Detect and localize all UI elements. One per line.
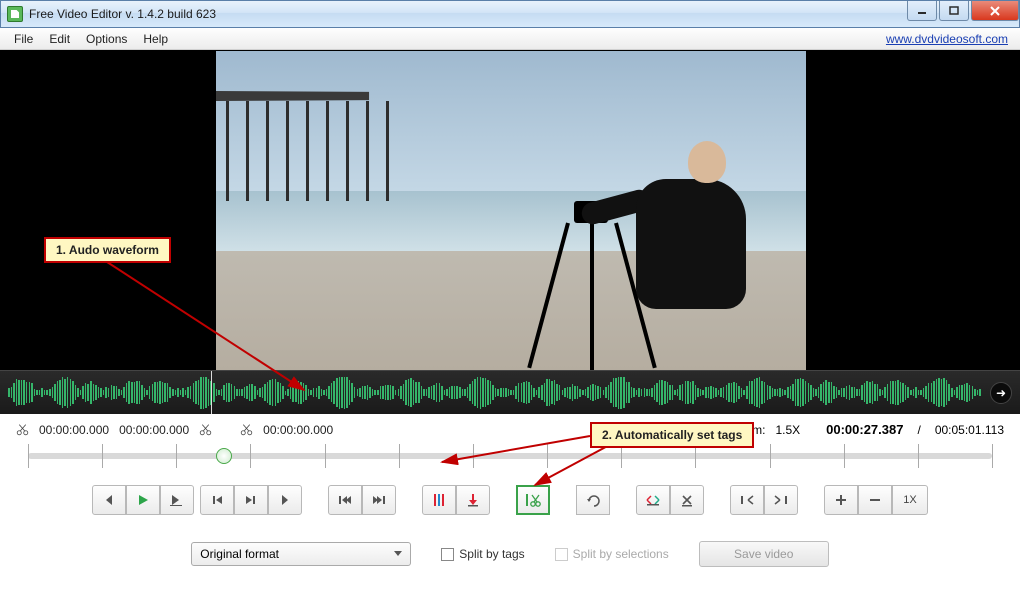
- menu-help[interactable]: Help: [135, 30, 176, 48]
- minimize-button[interactable]: [907, 1, 937, 21]
- save-video-button[interactable]: Save video: [699, 541, 829, 567]
- timeline-handle[interactable]: [216, 448, 232, 464]
- menu-file[interactable]: File: [6, 30, 41, 48]
- annotation-waveform: 1. Audo waveform: [44, 237, 171, 263]
- next-frame-button[interactable]: [234, 485, 268, 515]
- format-select[interactable]: Original format: [191, 542, 411, 566]
- time-separator: /: [917, 423, 920, 437]
- format-value: Original format: [200, 547, 279, 561]
- trim-start-icon[interactable]: [16, 423, 29, 436]
- website-link[interactable]: www.dvdvideosoft.com: [886, 32, 1014, 46]
- zoom-out-button[interactable]: [858, 485, 892, 515]
- zoom-in-button[interactable]: [824, 485, 858, 515]
- person-graphic: [606, 141, 766, 351]
- trim-end-time: 00:00:00.000: [119, 423, 189, 437]
- zoom-value: 1.5X: [775, 423, 800, 437]
- download-marker-button[interactable]: [456, 485, 490, 515]
- rotate-button[interactable]: [576, 485, 610, 515]
- timeline-slider[interactable]: [16, 441, 1004, 471]
- goto-start-button[interactable]: [328, 485, 362, 515]
- titlebar: Free Video Editor v. 1.4.2 build 623: [0, 0, 1020, 28]
- cursor-time: 00:00:00.000: [263, 423, 333, 437]
- goto-end-button[interactable]: [362, 485, 396, 515]
- clear-marks-button[interactable]: [670, 485, 704, 515]
- jump-prev-mark-button[interactable]: [730, 485, 764, 515]
- export-row: Original format Split by tags Split by s…: [0, 525, 1020, 583]
- speed-label: 1X: [903, 494, 916, 506]
- prev-frame-button[interactable]: [200, 485, 234, 515]
- menubar: File Edit Options Help www.dvdvideosoft.…: [0, 28, 1020, 50]
- set-markers-button[interactable]: [422, 485, 456, 515]
- split-by-tags-checkbox[interactable]: Split by tags: [441, 547, 524, 561]
- split-by-selections-label: Split by selections: [573, 547, 669, 561]
- menu-edit[interactable]: Edit: [41, 30, 78, 48]
- waveform-next-icon[interactable]: ➜: [990, 382, 1012, 404]
- timecode-row: 00:00:00.000 00:00:00.000 00:00:00.000 Z…: [0, 414, 1020, 439]
- maximize-button[interactable]: [939, 1, 969, 21]
- video-frame: [216, 51, 806, 371]
- audio-waveform[interactable]: ➜: [0, 370, 1020, 414]
- speed-button[interactable]: 1X: [892, 485, 928, 515]
- chevron-down-icon: [394, 551, 402, 556]
- waveform-playhead: [211, 371, 212, 414]
- app-icon: [7, 6, 23, 22]
- video-preview[interactable]: [0, 50, 1020, 370]
- split-by-selections-checkbox: Split by selections: [555, 547, 669, 561]
- pier-graphic: [216, 51, 416, 201]
- step-back-button[interactable]: [92, 485, 126, 515]
- transport-toolbar: 1X: [0, 481, 1020, 525]
- position-time: 00:00:27.387: [826, 422, 903, 437]
- window-title: Free Video Editor v. 1.4.2 build 623: [29, 7, 216, 21]
- play-button[interactable]: [126, 485, 160, 515]
- split-by-tags-label: Split by tags: [459, 547, 524, 561]
- close-button[interactable]: [971, 1, 1019, 21]
- play-range-button[interactable]: [160, 485, 194, 515]
- trim-end-icon[interactable]: [199, 423, 212, 436]
- menu-options[interactable]: Options: [78, 30, 135, 48]
- duration-time: 00:05:01.113: [935, 423, 1004, 437]
- auto-split-button[interactable]: [516, 485, 550, 515]
- jump-next-mark-button[interactable]: [764, 485, 798, 515]
- waveform-canvas[interactable]: [8, 377, 984, 409]
- cursor-scissor-icon[interactable]: [240, 423, 253, 436]
- mark-in-button[interactable]: [636, 485, 670, 515]
- window-controls: [905, 1, 1019, 21]
- trim-start-time: 00:00:00.000: [39, 423, 109, 437]
- save-video-label: Save video: [734, 547, 793, 561]
- annotation-autotags: 2. Automatically set tags: [590, 422, 754, 448]
- step-forward-button[interactable]: [268, 485, 302, 515]
